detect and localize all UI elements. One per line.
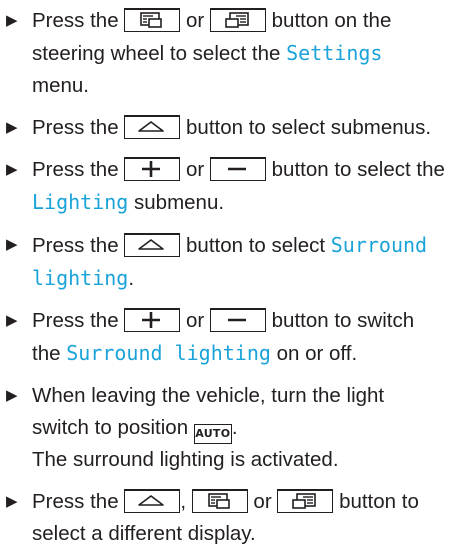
step-3-mid: or (186, 158, 205, 181)
step-1-pre: Press the (32, 9, 119, 32)
plus-button-icon (124, 308, 181, 332)
settings-menu-label: Settings (286, 41, 383, 65)
step-5-line2-post: on or off. (276, 342, 358, 365)
instruction-list: ▶ Press the or button on the steering wh… (0, 0, 461, 545)
step-1-post: button on the (271, 9, 392, 32)
display-left-button-icon (191, 489, 248, 513)
step-4-pre: Press the (32, 234, 119, 257)
step-7: ▶ Press the , or button to select a diff… (4, 486, 457, 550)
step-6-line3: The surround lighting is activated. (32, 448, 339, 471)
step-3-pre: Press the (32, 158, 119, 181)
step-7-pre: Press the (32, 490, 119, 513)
step-2-pre: Press the (32, 116, 119, 139)
bullet-arrow-icon: ▶ (6, 119, 18, 136)
step-3-line2: submenu. (134, 191, 225, 214)
bullet-arrow-icon: ▶ (6, 161, 18, 178)
step-6-line2: switch to position (32, 416, 189, 439)
step-2-post: button to select submenus. (186, 116, 432, 139)
step-6: ▶ When leaving the vehicle, turn the lig… (4, 380, 457, 476)
step-3-post: button to select the (271, 158, 445, 181)
plus-button-icon (124, 157, 181, 181)
up-button-icon (124, 115, 181, 139)
bullet-arrow-icon: ▶ (6, 12, 18, 29)
step-5-line2-pre: the (32, 342, 61, 365)
step-1-line2: steering wheel to select the (32, 42, 281, 65)
surround-label: Surround (330, 233, 428, 257)
lighting-label: lighting (32, 266, 129, 290)
display-left-button-icon (124, 8, 181, 32)
bullet-arrow-icon: ▶ (6, 493, 18, 510)
step-1-line3: menu. (32, 74, 89, 97)
step-7-post: button to (339, 490, 419, 513)
step-3: ▶ Press the or button to select the Ligh… (4, 154, 457, 219)
step-6-end: . (231, 416, 238, 439)
step-2: ▶ Press the button to select submenus. (4, 112, 457, 144)
display-right-button-icon (209, 8, 266, 32)
step-1: ▶ Press the or button on the steering wh… (4, 5, 457, 102)
step-5-mid: or (186, 309, 205, 332)
step-7-mid: or (253, 490, 272, 513)
step-4: ▶ Press the button to select Surround li… (4, 229, 457, 295)
step-4-end: . (128, 267, 135, 290)
step-5: ▶ Press the or button to switch the Surr… (4, 305, 457, 370)
step-5-pre: Press the (32, 309, 119, 332)
minus-button-icon (209, 157, 266, 181)
lighting-submenu-label: Lighting (32, 190, 129, 214)
up-button-icon (124, 233, 181, 257)
bullet-arrow-icon: ▶ (6, 387, 18, 404)
up-button-icon (124, 489, 181, 513)
step-7-line2: select a different display. (32, 522, 256, 545)
surround-lighting-label: Surround lighting (66, 341, 271, 365)
display-right-button-icon (277, 489, 334, 513)
bullet-arrow-icon: ▶ (6, 312, 18, 329)
auto-switch-position-icon: AUTO (193, 424, 232, 444)
step-1-mid: or (186, 9, 205, 32)
step-7-comma: , (180, 490, 187, 513)
step-6-line1: When leaving the vehicle, turn the light (32, 384, 385, 407)
bullet-arrow-icon: ▶ (6, 236, 18, 253)
step-4-post: button to select (186, 234, 326, 257)
step-5-post: button to switch (271, 309, 415, 332)
minus-button-icon (209, 308, 266, 332)
